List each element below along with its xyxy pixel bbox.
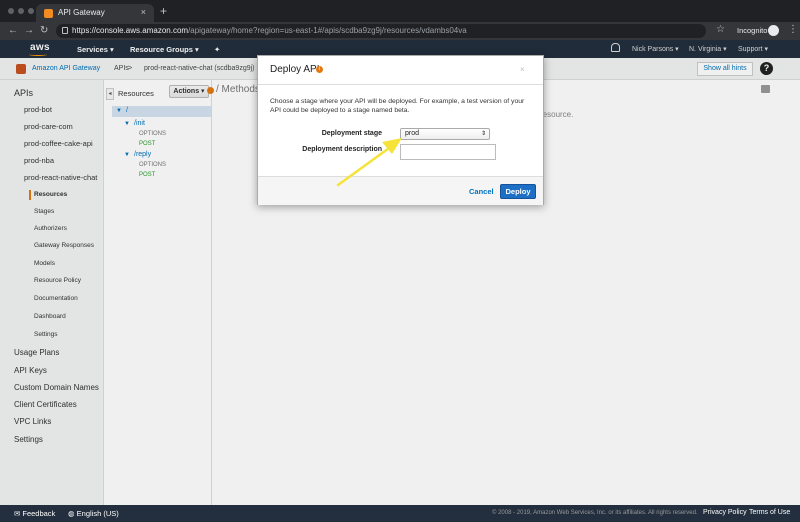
- incognito-icon[interactable]: [768, 25, 779, 36]
- browser-tab-bar: API Gateway × +: [0, 0, 800, 22]
- new-tab-icon[interactable]: +: [160, 5, 167, 17]
- language-selector[interactable]: ◍ English (US): [68, 509, 119, 518]
- modal-close-icon[interactable]: ×: [520, 65, 525, 74]
- browser-tab[interactable]: API Gateway ×: [36, 4, 154, 22]
- modal-title: Deploy API: [270, 64, 320, 75]
- select-arrows-icon: ⇕: [480, 131, 486, 137]
- forward-icon[interactable]: →: [24, 25, 34, 37]
- reload-icon[interactable]: ↻: [40, 25, 48, 37]
- deployment-description-field[interactable]: [400, 144, 496, 160]
- info-icon[interactable]: i: [316, 66, 323, 73]
- bookmark-star-icon[interactable]: ☆: [716, 24, 725, 35]
- annotation-arrow-icon: [336, 138, 402, 187]
- tab-title: API Gateway: [58, 8, 105, 17]
- back-icon[interactable]: ←: [8, 25, 18, 37]
- copyright-text: © 2008 - 2019, Amazon Web Services, Inc.…: [492, 510, 698, 516]
- lock-icon: [62, 27, 68, 34]
- deployment-stage-select[interactable]: prod ⇕: [400, 128, 490, 140]
- address-bar: ← → ↻ https://console.aws.amazon.com/api…: [0, 22, 800, 40]
- browser-menu-icon[interactable]: ⋮: [788, 24, 798, 35]
- deploy-button[interactable]: Deploy: [500, 184, 536, 199]
- window-maximize-button[interactable]: [28, 8, 34, 14]
- window-minimize-button[interactable]: [18, 8, 24, 14]
- feedback-link[interactable]: ✉ Feedback: [14, 509, 55, 518]
- url-field[interactable]: https://console.aws.amazon.com/apigatewa…: [56, 24, 706, 38]
- aws-favicon-icon: [44, 9, 53, 18]
- modal-header: Deploy API i ×: [258, 56, 543, 85]
- cancel-button[interactable]: Cancel: [469, 187, 494, 196]
- tab-close-icon[interactable]: ×: [141, 7, 146, 17]
- incognito-label: Incognito: [737, 26, 768, 35]
- url-text: https://console.aws.amazon.com/apigatewa…: [72, 26, 467, 35]
- window-close-button[interactable]: [8, 8, 14, 14]
- terms-of-use-link[interactable]: Terms of Use: [749, 509, 790, 516]
- modal-description: Choose a stage where your API will be de…: [270, 98, 525, 114]
- footer: ✉ Feedback ◍ English (US) © 2008 - 2019,…: [0, 505, 800, 522]
- privacy-policy-link[interactable]: Privacy Policy: [703, 509, 747, 516]
